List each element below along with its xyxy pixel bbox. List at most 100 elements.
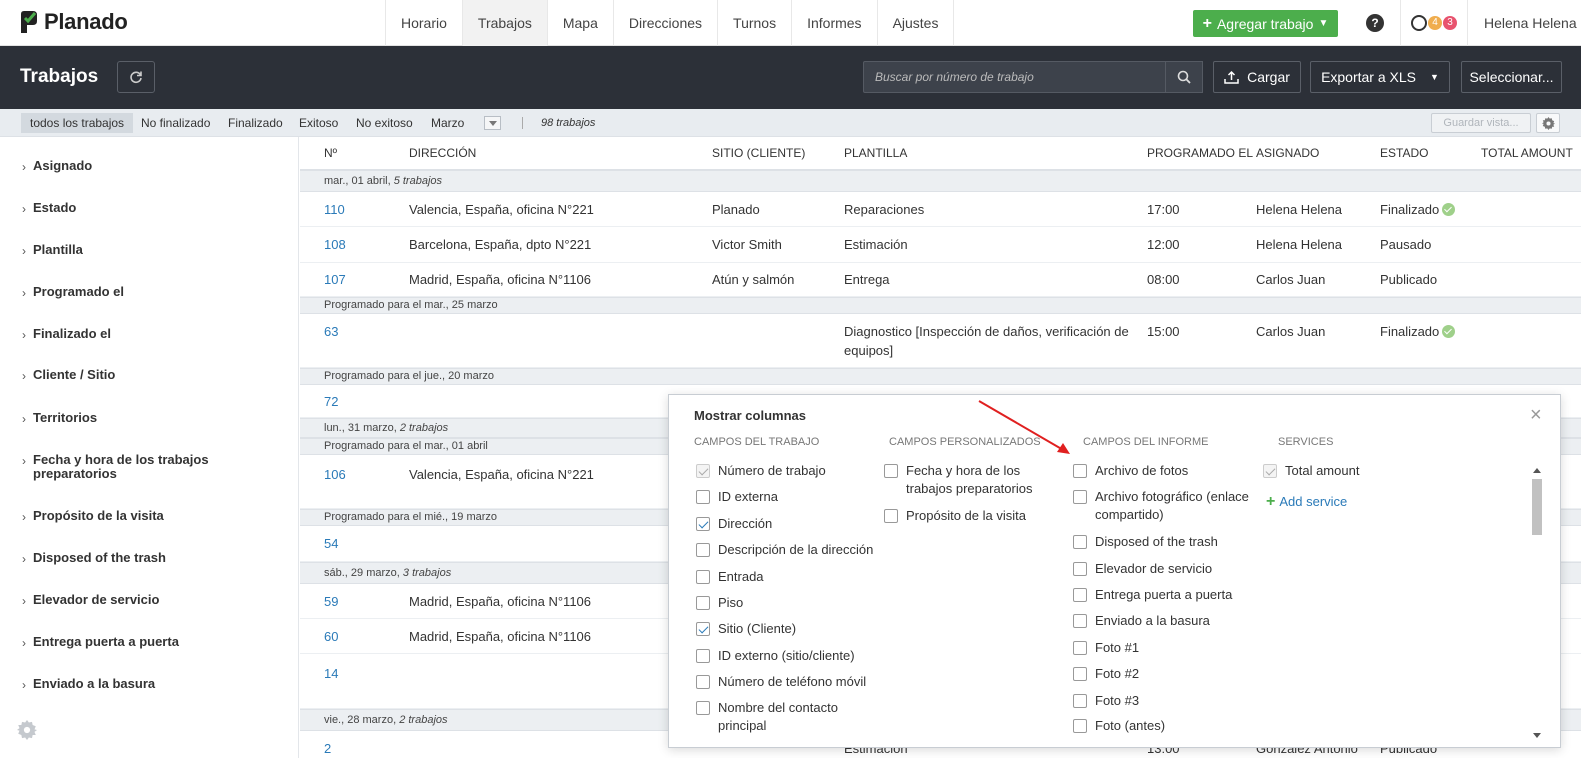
checkbox[interactable] [1073,667,1087,681]
column-header-total-amount[interactable]: Total amount [1481,146,1573,160]
filter-tab-not-finished[interactable]: No finalizado [141,113,210,133]
job-number-link[interactable]: 54 [324,534,338,553]
search-input[interactable]: Buscar por número de trabajo [863,61,1166,93]
checkbox[interactable] [1073,719,1087,733]
sidebar-item-asignado[interactable]: › Asignado [22,159,233,175]
save-view-button[interactable]: Guardar vista... [1431,113,1531,133]
help-icon[interactable]: ? [1366,14,1384,32]
column-option[interactable]: Número de teléfono móvil [696,673,866,691]
column-option[interactable]: Foto #1 [1073,639,1139,657]
column-option[interactable]: Enviado a la basura [1073,612,1210,630]
column-option[interactable]: Fecha y hora de los trabajos preparatori… [884,462,1056,498]
checkbox[interactable] [1073,490,1087,504]
column-option[interactable]: Nombre del contacto principal [696,699,858,735]
job-number-link[interactable]: 63 [324,322,338,341]
user-menu[interactable]: Helena Helena [1467,0,1577,46]
checkbox[interactable] [696,490,710,504]
nav-horario[interactable]: Horario [385,0,462,46]
checkbox[interactable] [696,701,710,715]
column-option[interactable]: Foto (antes) [1073,717,1165,735]
column-option[interactable]: Descripción de la dirección [696,541,873,559]
sidebar-item-plantilla[interactable]: › Plantilla [22,243,233,259]
filter-dropdown[interactable] [484,116,501,130]
column-header-scheduled[interactable]: Programado el [1147,146,1253,160]
sidebar-item-fecha-preparatorios[interactable]: › Fecha y hora de los trabajos preparator… [22,453,233,481]
checkbox[interactable] [1073,562,1087,576]
column-option[interactable]: ID externo (sitio/cliente) [696,647,855,665]
sidebar-item-entrega[interactable]: › Entrega puerta a puerta [22,635,233,651]
checkbox[interactable] [1073,464,1087,478]
column-option[interactable]: Total amount [1263,462,1359,480]
column-header-template[interactable]: Plantilla [844,146,907,160]
column-option[interactable]: Sitio (Cliente) [696,620,796,638]
checkbox[interactable] [696,596,710,610]
notifications[interactable]: 4 3 [1401,15,1467,31]
job-number-link[interactable]: 108 [324,235,346,254]
column-option[interactable]: Archivo fotográfico (enlace compartido) [1073,488,1265,524]
column-option[interactable]: Piso [696,594,743,612]
column-option[interactable]: Archivo de fotos [1073,462,1188,480]
table-settings-button[interactable] [1536,113,1560,133]
search-button[interactable] [1166,61,1203,93]
filter-tab-unsuccessful[interactable]: No exitoso [356,113,413,133]
sidebar-item-disposed[interactable]: › Disposed of the trash [22,551,233,567]
logo[interactable]: Planado [18,9,128,35]
filter-tab-finished[interactable]: Finalizado [228,113,283,133]
refresh-button[interactable] [117,61,155,93]
table-row[interactable]: 110 Valencia, España, oficina N°221 Plan… [300,192,1581,227]
scroll-down-icon[interactable] [1533,733,1541,738]
close-icon[interactable]: × [1530,405,1542,425]
checkbox[interactable] [884,509,898,523]
checkbox[interactable] [1073,694,1087,708]
column-option[interactable]: Dirección [696,515,772,533]
add-service-link[interactable]: + Add service [1266,493,1347,509]
sidebar-settings-button[interactable] [17,720,37,743]
column-option[interactable]: Disposed of the trash [1073,533,1218,551]
checkbox[interactable] [1263,464,1277,478]
column-option[interactable]: Número de trabajo [696,462,826,480]
scroll-up-icon[interactable] [1533,468,1541,473]
checkbox[interactable] [1073,588,1087,602]
checkbox[interactable] [696,649,710,663]
checkbox[interactable] [696,675,710,689]
column-header-status[interactable]: Estado [1380,146,1428,160]
column-option[interactable]: ID externa [696,488,778,506]
column-option[interactable]: Propósito de la visita [884,507,1026,525]
column-option[interactable]: Entrega puerta a puerta [1073,586,1232,604]
job-number-link[interactable]: 72 [324,392,338,411]
checkbox[interactable] [1073,614,1087,628]
checkbox[interactable] [696,517,710,531]
checkbox[interactable] [696,570,710,584]
sidebar-item-enviado[interactable]: › Enviado a la basura [22,677,233,693]
column-option[interactable]: Entrada [696,568,764,586]
column-option[interactable]: Foto #3 [1073,692,1139,710]
filter-tab-successful[interactable]: Exitoso [299,113,338,133]
sidebar-item-cliente-sitio[interactable]: › Cliente / Sitio [22,368,233,384]
sidebar-item-estado[interactable]: › Estado [22,201,233,217]
sidebar-item-programado-el[interactable]: › Programado el [22,285,233,301]
sidebar-item-territorios[interactable]: › Territorios [22,411,233,427]
column-header-num[interactable]: Nº [324,146,337,160]
table-row[interactable]: 108 Barcelona, España, dpto N°221 Victor… [300,227,1581,263]
nav-direcciones[interactable]: Direcciones [612,0,717,46]
checkbox[interactable] [1073,535,1087,549]
add-job-button[interactable]: + Agregar trabajo ▼ [1193,10,1338,37]
checkbox[interactable] [696,543,710,557]
sidebar-item-finalizado-el[interactable]: › Finalizado el [22,327,233,343]
column-option[interactable]: Foto #2 [1073,665,1139,683]
filter-tab-march[interactable]: Marzo [431,113,464,133]
nav-turnos[interactable]: Turnos [717,0,791,46]
upload-button[interactable]: Cargar [1213,61,1301,93]
checkbox[interactable] [1073,641,1087,655]
scrollbar-thumb[interactable] [1532,479,1542,535]
column-option[interactable]: Elevador de servicio [1073,560,1212,578]
checkbox[interactable] [884,464,898,478]
sidebar-item-proposito[interactable]: › Propósito de la visita [22,509,233,525]
job-number-link[interactable]: 106 [324,465,346,484]
nav-mapa[interactable]: Mapa [546,0,613,46]
job-number-link[interactable]: 59 [324,592,338,611]
job-number-link[interactable]: 60 [324,627,338,646]
filter-tab-all[interactable]: todos los trabajos [21,113,134,133]
nav-ajustes[interactable]: Ajustes [876,0,955,46]
nav-trabajos[interactable]: Trabajos [461,0,547,46]
